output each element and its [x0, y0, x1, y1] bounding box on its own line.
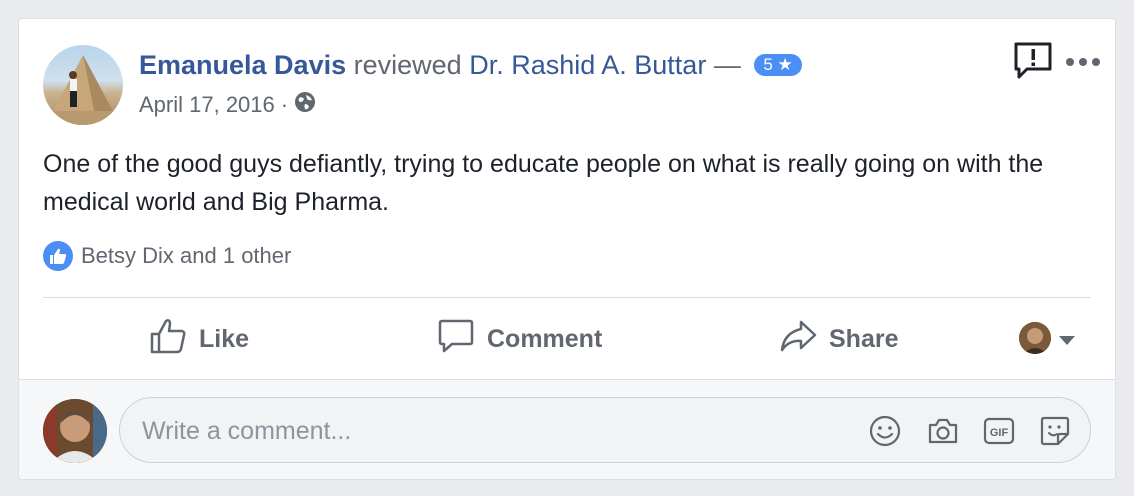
emoji-icon[interactable] — [868, 414, 902, 448]
post-date-link[interactable]: April 17, 2016 — [139, 92, 275, 118]
author-name-link[interactable]: Emanuela Davis — [139, 50, 346, 80]
author-avatar[interactable] — [43, 45, 123, 125]
comment-input-box[interactable]: GIF — [119, 397, 1091, 463]
comment-input[interactable] — [140, 414, 844, 448]
header-dash: — — [713, 50, 741, 80]
reviewed-page-link[interactable]: Dr. Rashid A. Buttar — [469, 50, 706, 80]
like-label: Like — [199, 324, 250, 353]
review-post-card: Emanuela Davis reviewed Dr. Rashid A. Bu… — [18, 18, 1116, 480]
chevron-down-icon[interactable] — [1059, 333, 1075, 351]
meta-separator: · — [280, 92, 289, 117]
share-label: Share — [829, 324, 899, 353]
post-as-avatar[interactable] — [1019, 322, 1051, 354]
report-icon[interactable] — [1013, 41, 1053, 86]
current-user-avatar[interactable] — [43, 399, 107, 463]
review-verb: reviewed — [353, 50, 462, 80]
post-meta: April 17, 2016 · — [139, 91, 316, 119]
like-button[interactable]: Like — [149, 317, 250, 362]
svg-text:GIF: GIF — [990, 427, 1009, 439]
like-icon — [43, 241, 73, 271]
divider — [43, 297, 1091, 298]
post-header: Emanuela Davis reviewed Dr. Rashid A. Bu… — [139, 50, 802, 81]
camera-icon[interactable] — [926, 414, 960, 448]
share-icon — [779, 317, 817, 362]
gif-icon[interactable]: GIF — [982, 414, 1016, 448]
reaction-names[interactable]: Betsy Dix and 1 other — [81, 243, 291, 269]
more-options-icon[interactable] — [1065, 55, 1101, 73]
sticker-icon[interactable] — [1038, 414, 1072, 448]
review-body-text: One of the good guys defiantly, trying t… — [43, 150, 1044, 216]
comment-button[interactable]: Comment — [437, 319, 602, 359]
globe-icon[interactable] — [294, 91, 316, 119]
reaction-summary[interactable]: Betsy Dix and 1 other — [43, 241, 291, 271]
share-button[interactable]: Share — [779, 319, 898, 359]
rating-badge: 5 ★ — [754, 54, 802, 76]
thumbs-up-icon — [149, 317, 187, 362]
comment-icon — [437, 317, 475, 362]
comment-label: Comment — [487, 324, 603, 353]
